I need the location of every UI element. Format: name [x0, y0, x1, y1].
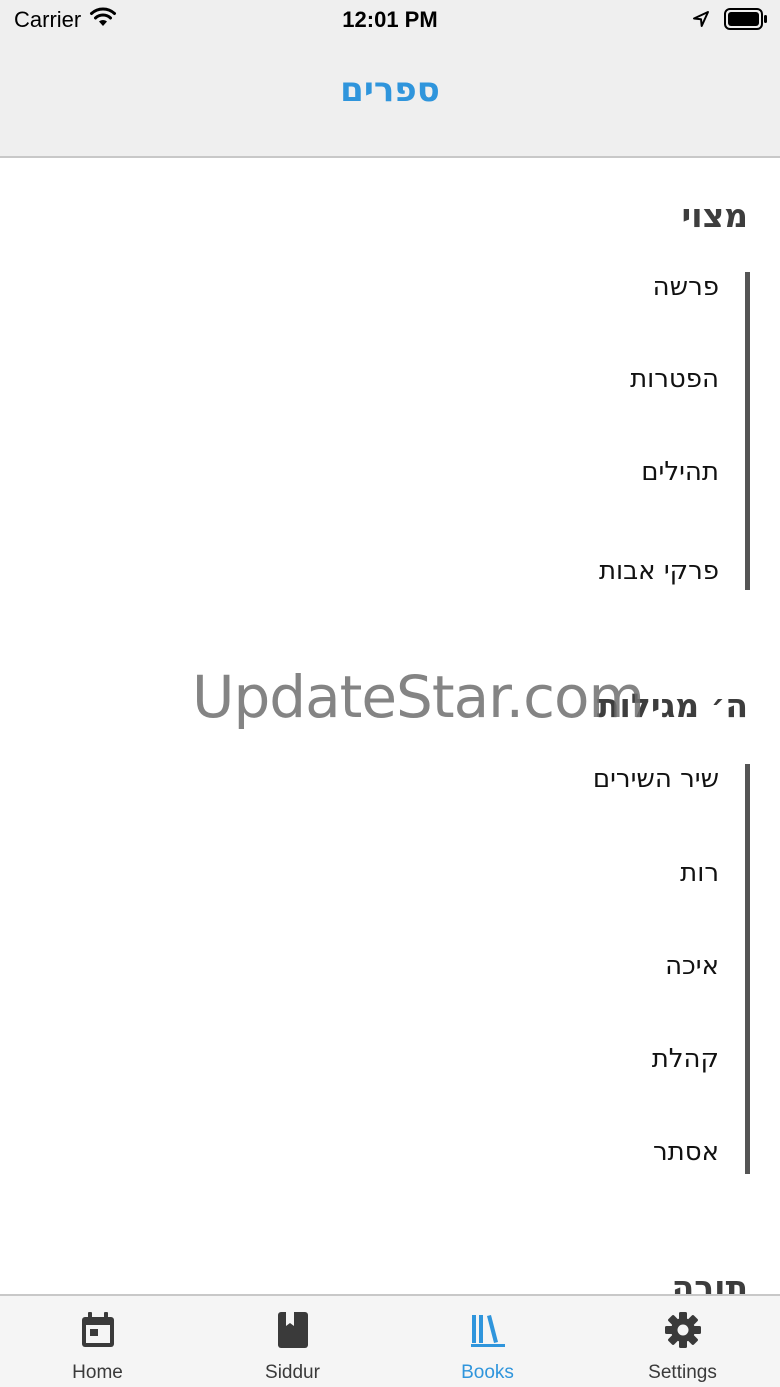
books-icon [469, 1310, 507, 1350]
tab-books-label: Books [461, 1362, 514, 1383]
book-item-eicha[interactable]: איכה [665, 951, 719, 981]
calendar-icon [79, 1310, 117, 1350]
section-title-five-megillot: ה׳ מגילות [597, 686, 748, 725]
tab-siddur-label: Siddur [265, 1362, 320, 1383]
book-item-esther[interactable]: אסתר [653, 1137, 719, 1167]
gear-icon [664, 1310, 702, 1350]
book-item-shir-hashirim[interactable]: שיר השירים [593, 764, 719, 794]
book-item-parasha[interactable]: פרשה [653, 272, 719, 302]
section-list-common: פרשה הפטרות תהילים פרקי אבות [145, 272, 750, 590]
book-item-pirkei-avot[interactable]: פרקי אבות [599, 556, 719, 586]
tab-home[interactable]: Home [0, 1296, 195, 1387]
tab-siddur[interactable]: Siddur [195, 1296, 390, 1387]
tab-settings-label: Settings [648, 1362, 717, 1383]
book-item-ruth[interactable]: רות [680, 858, 719, 888]
tab-bar: Home Siddur Books Settings [0, 1294, 780, 1387]
section-list-five-megillot: שיר השירים רות איכה קהלת אסתר [145, 764, 750, 1174]
app-screen: Carrier 12:01 PM ספרים מצוי פרשה הפטרות … [0, 0, 780, 1387]
book-item-haftarot[interactable]: הפטרות [630, 364, 719, 394]
book-icon [274, 1310, 312, 1350]
location-arrow-icon [692, 10, 710, 33]
tab-settings[interactable]: Settings [585, 1296, 780, 1387]
navigation-header: ספרים [0, 40, 780, 158]
tab-books[interactable]: Books [390, 1296, 585, 1387]
status-indicators [692, 8, 768, 35]
status-time: 12:01 PM [342, 7, 438, 32]
status-bar: Carrier 12:01 PM [0, 0, 780, 40]
book-item-kohelet[interactable]: קהלת [652, 1044, 719, 1074]
section-title-common: מצוי [681, 196, 748, 235]
battery-icon [724, 8, 768, 35]
tab-home-label: Home [72, 1362, 123, 1383]
section-title-torah: תורה [671, 1268, 748, 1295]
page-title: ספרים [340, 70, 440, 110]
book-item-tehillim[interactable]: תהילים [641, 457, 719, 487]
books-list[interactable]: מצוי פרשה הפטרות תהילים פרקי אבות ה׳ מגי… [0, 158, 780, 1295]
